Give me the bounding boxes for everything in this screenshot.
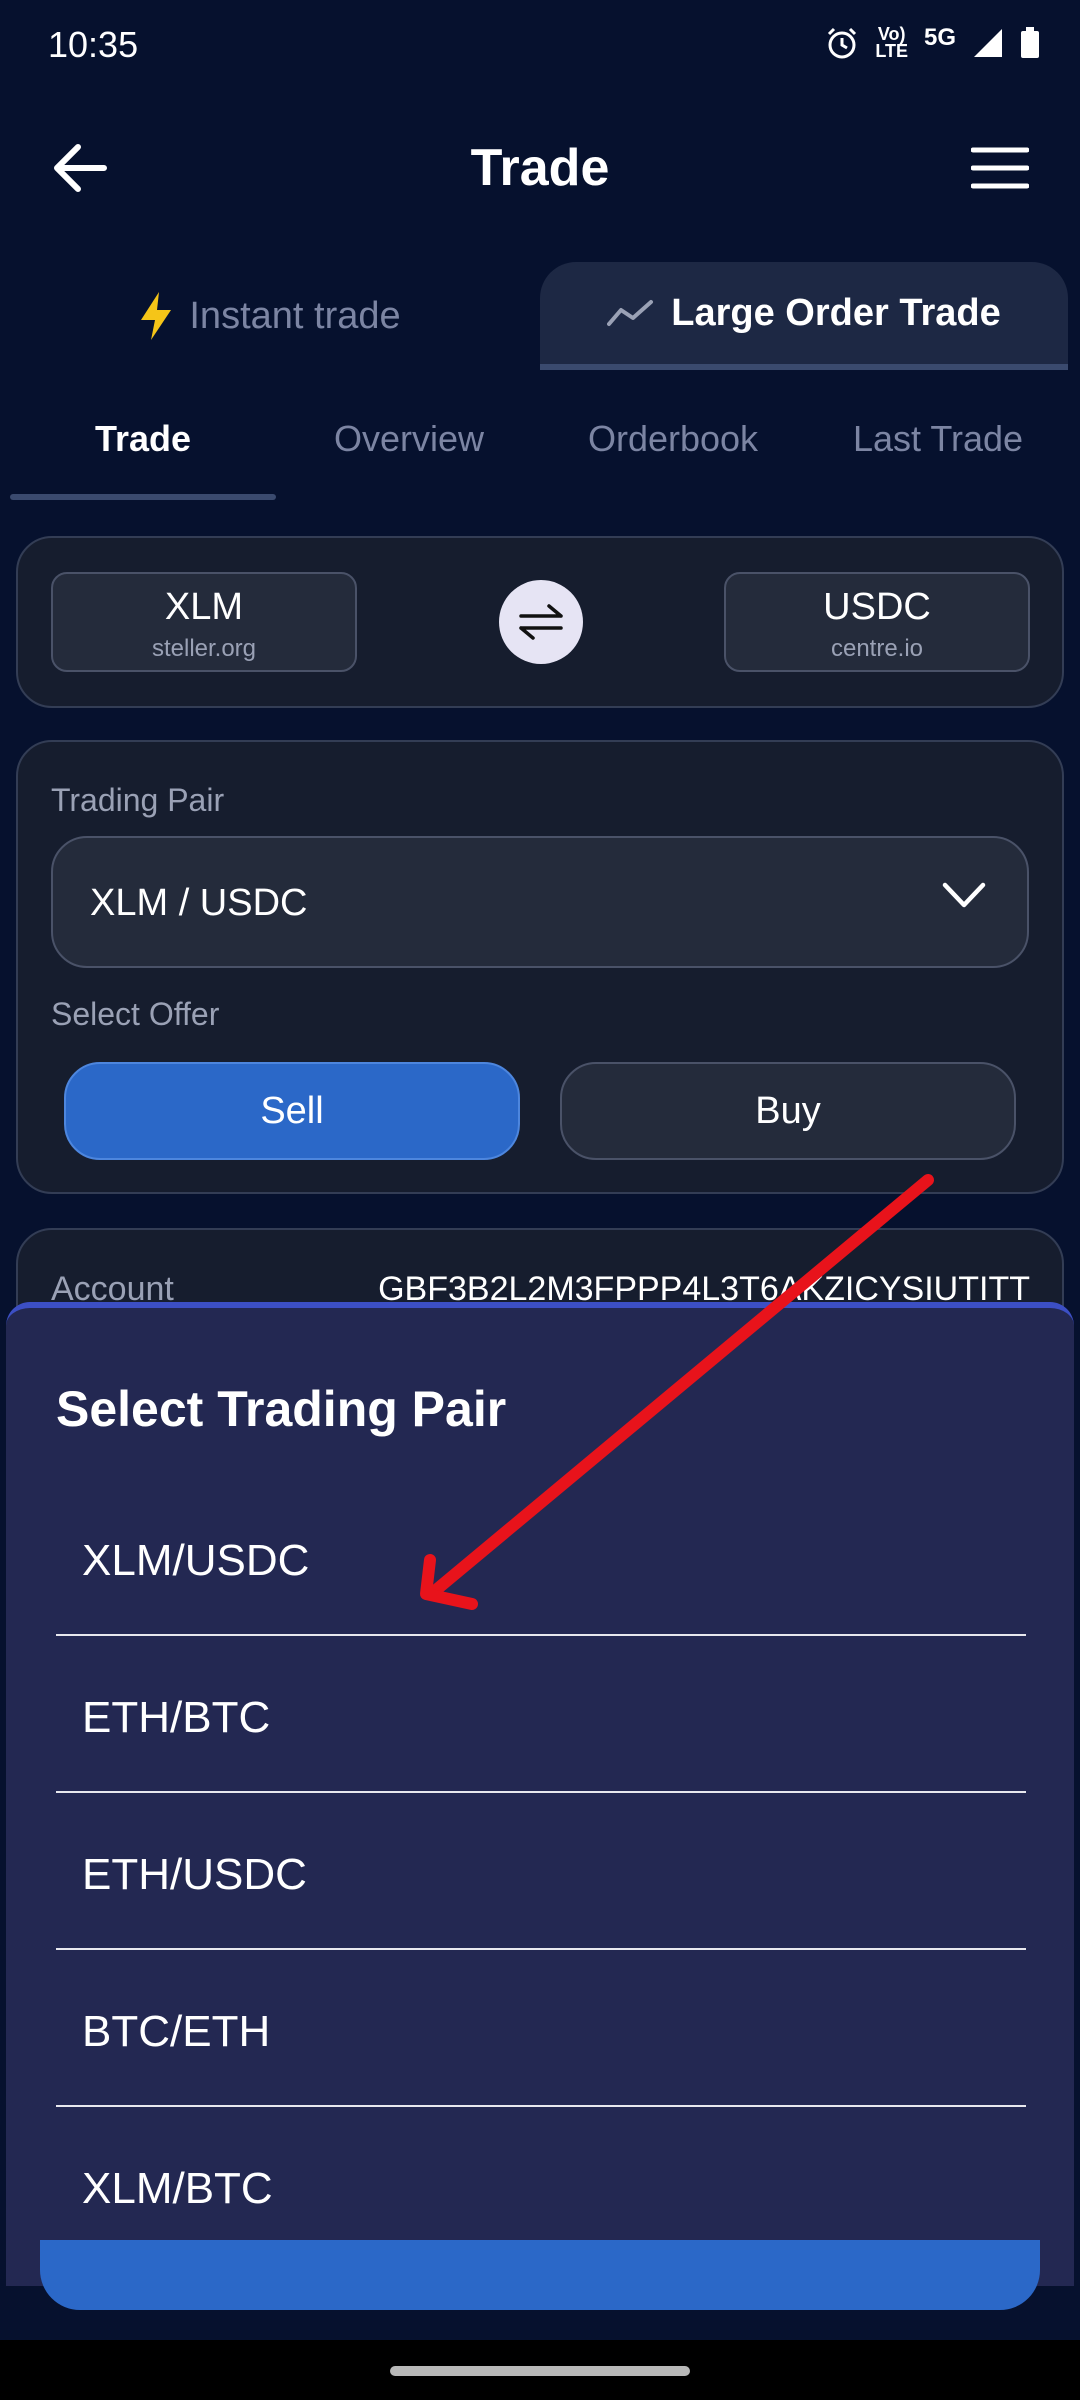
chevron-down-icon <box>942 882 986 908</box>
trading-pair-selected: XLM / USDC <box>90 882 308 924</box>
signal-icon <box>974 29 1002 57</box>
tab-trade[interactable]: Trade <box>10 418 276 482</box>
alarm-icon <box>828 27 857 59</box>
lightning-icon <box>141 292 172 340</box>
home-indicator[interactable] <box>390 2366 690 2376</box>
to-asset-code: USDC <box>823 586 931 628</box>
tab-orderbook[interactable]: Orderbook <box>540 418 806 482</box>
sell-button[interactable]: Sell <box>64 1062 520 1160</box>
tab-instant-trade-label: Instant trade <box>189 294 401 337</box>
to-asset-button[interactable]: USDC centre.io <box>724 572 1030 672</box>
network-type: 5G <box>923 24 956 51</box>
swap-arrows-icon <box>519 604 563 640</box>
from-asset-domain: steller.org <box>151 635 257 662</box>
select-offer-label: Select Offer <box>51 996 220 1032</box>
status-icons: Vo) LTE 5G <box>825 24 1040 61</box>
from-asset-code: XLM <box>164 586 244 628</box>
bottom-action-button-peek <box>40 2240 1040 2310</box>
tab-large-order-trade[interactable]: Large Order Trade <box>540 262 1068 370</box>
pair-option-label: BTC/ETH <box>82 2007 271 2056</box>
tab-last-trade[interactable]: Last Trade <box>805 418 1071 482</box>
pair-option-label: XLM/USDC <box>82 1536 310 1585</box>
swap-assets-button[interactable] <box>499 580 583 664</box>
pair-option-label: XLM/BTC <box>82 2164 273 2213</box>
volte-icon: Vo) LTE <box>875 24 908 61</box>
pair-option-eth-btc[interactable]: ETH/BTC <box>56 1637 1026 1793</box>
tab-instant-trade[interactable]: Instant trade <box>0 262 540 370</box>
sheet-title: Select Trading Pair <box>56 1381 507 1437</box>
pair-option-eth-usdc[interactable]: ETH/USDC <box>56 1794 1026 1950</box>
chart-line-icon <box>607 300 654 326</box>
active-tab-indicator <box>10 494 276 500</box>
menu-button[interactable] <box>960 130 1040 206</box>
tab-large-order-trade-label: Large Order Trade <box>671 291 1001 334</box>
status-time: 10:35 <box>48 24 139 65</box>
pair-option-btc-eth[interactable]: BTC/ETH <box>56 1951 1026 2107</box>
battery-icon <box>1021 27 1039 58</box>
pair-option-xlm-usdc[interactable]: XLM/USDC <box>56 1480 1026 1636</box>
page-title: Trade <box>470 139 610 197</box>
pair-option-label: ETH/USDC <box>82 1850 307 1899</box>
pair-option-label: ETH/BTC <box>82 1693 271 1742</box>
hamburger-menu-icon <box>971 147 1029 189</box>
buy-button[interactable]: Buy <box>560 1062 1016 1160</box>
tab-overview[interactable]: Overview <box>276 418 542 482</box>
to-asset-domain: centre.io <box>830 635 924 662</box>
from-asset-button[interactable]: XLM steller.org <box>51 572 357 672</box>
trading-pair-label: Trading Pair <box>51 782 225 818</box>
